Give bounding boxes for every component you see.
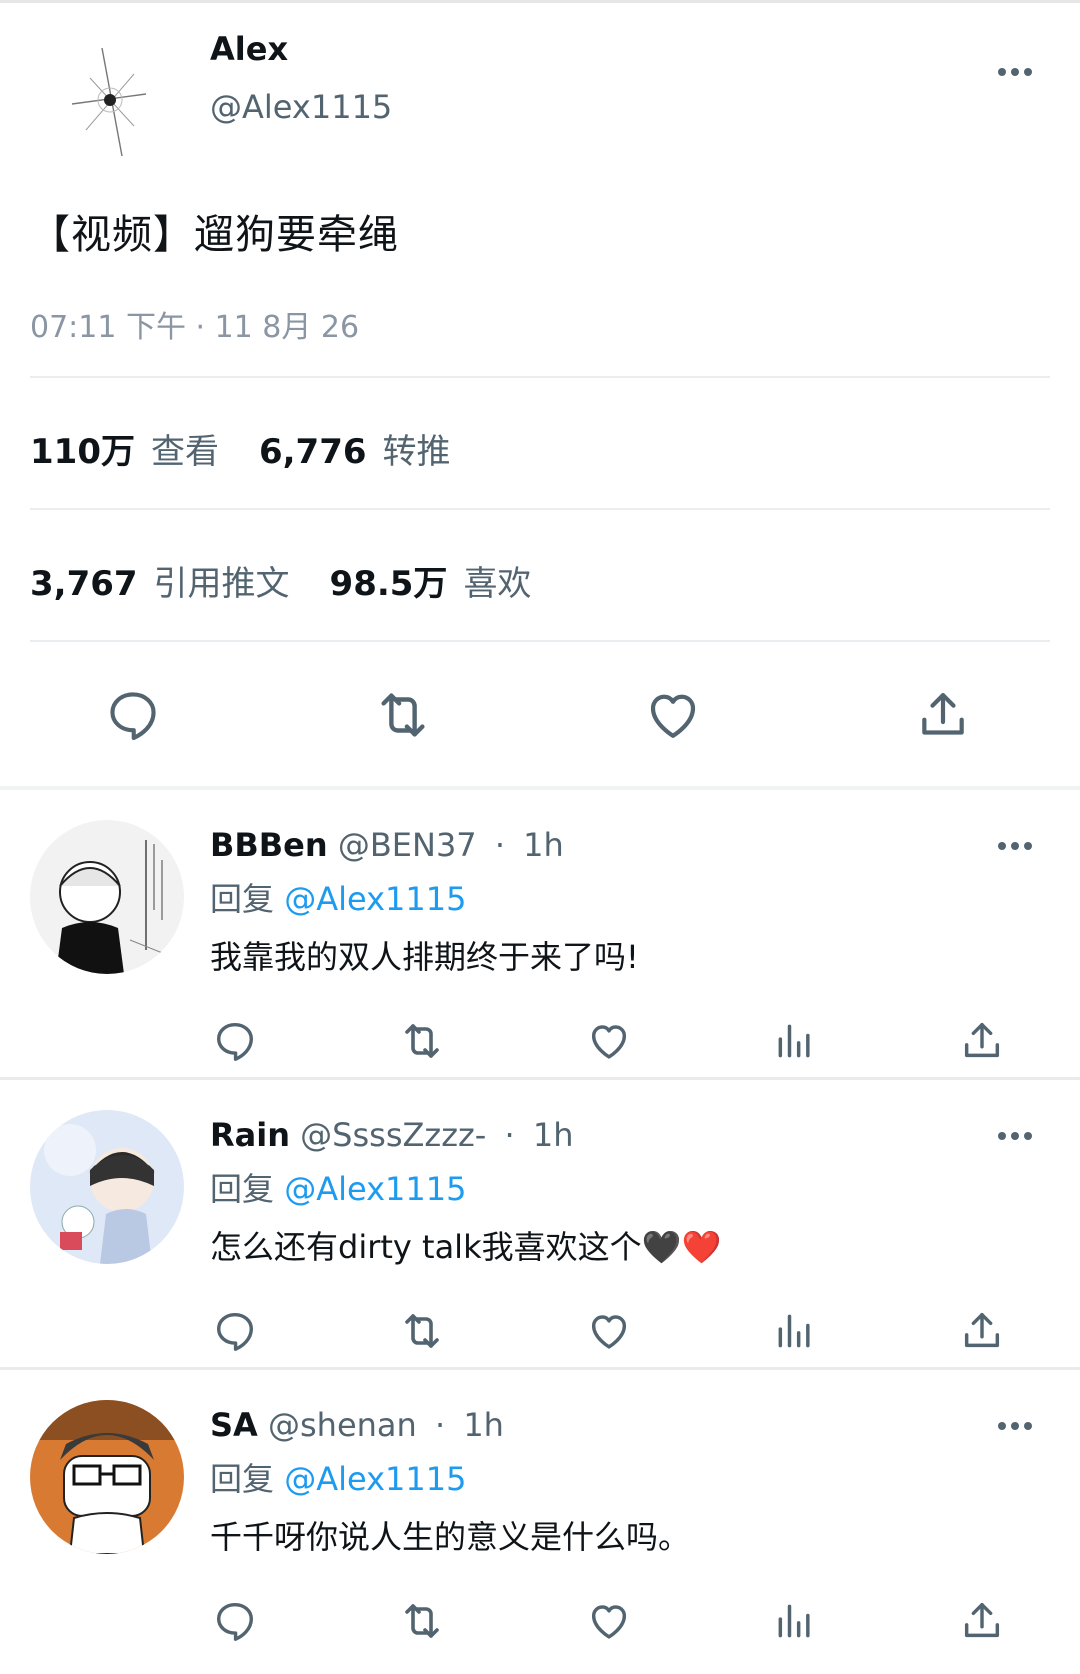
reply-text: 千千呀你说人生的意义是什么吗。 [210,1518,691,1556]
reply-author-handle[interactable]: @shenan [268,1406,417,1444]
retweets-label: 转推 [382,432,451,472]
reply-icon[interactable] [208,1014,262,1068]
stats-row-1: 110万 查看 6,776 转推 [30,424,491,473]
reply-header: Rain @SsssZzzz- · 1h [210,1116,574,1154]
dot-separator: · [434,1406,446,1444]
retweet-icon[interactable] [395,1594,449,1648]
reply-prefix: 回复 [210,1460,275,1498]
share-icon[interactable] [955,1014,1009,1068]
reply-prefix: 回复 [210,1170,275,1208]
reply-time[interactable]: 1h [523,826,564,864]
quotes-count[interactable]: 3,767 [30,564,138,604]
share-icon[interactable] [955,1594,1009,1648]
reply-header: SA @shenan · 1h [210,1406,504,1444]
likes-count[interactable]: 98.5万 [330,556,448,605]
reply-time[interactable]: 1h [533,1116,574,1154]
replying-to: 回复 @Alex1115 [210,1454,466,1500]
mention-link[interactable]: @Alex1115 [284,1170,466,1208]
reply-action-bar [0,1594,1080,1648]
views-count[interactable]: 110万 [30,424,135,473]
replying-to: 回复 @Alex1115 [210,1164,466,1210]
more-dots-icon[interactable] [998,1132,1032,1140]
reply-prefix: 回复 [210,880,275,918]
reply-author-handle[interactable]: @SsssZzzz- [300,1116,486,1154]
reply-author-handle[interactable]: @BEN37 [338,826,477,864]
reply-icon[interactable] [208,1594,262,1648]
reply-text: 怎么还有dirty talk我喜欢这个 [210,1228,642,1266]
analytics-icon[interactable] [768,1594,822,1648]
reply-author-name[interactable]: SA [210,1406,258,1444]
replying-to: 回复 @Alex1115 [210,874,466,920]
more-dots-icon[interactable] [998,68,1032,76]
sparkle-avatar[interactable] [50,30,210,190]
reply-item[interactable]: SA @shenan · 1h 回复 @Alex1115 千千呀你说人生的意义是… [0,1370,1080,1674]
divider [30,508,1050,510]
reply-item[interactable]: Rain @SsssZzzz- · 1h 回复 @Alex1115 怎么还有di… [0,1080,1080,1370]
reply-action-bar [0,1304,1080,1358]
reply-header: BBBen @BEN37 · 1h [210,826,564,864]
share-icon[interactable] [908,680,978,750]
retweets-count[interactable]: 6,776 [259,432,367,472]
avatar[interactable] [30,1110,184,1264]
divider [30,640,1050,642]
reply-author-name[interactable]: BBBen [210,826,328,864]
author-handle[interactable]: @Alex1115 [210,88,392,126]
reply-icon[interactable] [98,680,168,750]
reply-author-name[interactable]: Rain [210,1116,290,1154]
dot-separator: · [494,826,505,864]
dot-separator: · [504,1116,515,1154]
heart-icon[interactable] [638,680,708,750]
views-label: 查看 [150,432,219,472]
reply-item[interactable]: BBBen @BEN37 · 1h 回复 @Alex1115 我靠我的双人排期终… [0,790,1080,1080]
divider [30,376,1050,378]
mention-link[interactable]: @Alex1115 [284,880,466,918]
tweet-timestamp[interactable]: 07:11 下午 · 11 8月 26 [30,302,359,346]
reply-icon[interactable] [208,1304,262,1358]
author-name[interactable]: Alex [210,30,288,68]
heart-emojis: 🖤❤️ [641,1228,722,1266]
analytics-icon[interactable] [768,1304,822,1358]
heart-icon[interactable] [582,1304,636,1358]
quotes-label: 引用推文 [153,564,290,604]
mention-link[interactable]: @Alex1115 [284,1460,466,1498]
heart-icon[interactable] [582,1014,636,1068]
reply-action-bar [0,1014,1080,1068]
likes-label: 喜欢 [463,564,532,604]
more-dots-icon[interactable] [998,842,1032,850]
retweet-icon[interactable] [395,1014,449,1068]
heart-icon[interactable] [582,1594,636,1648]
avatar[interactable] [30,1400,184,1554]
main-tweet: Alex @Alex1115 【视频】遛狗要牵绳 07:11 下午 · 11 8… [0,0,1080,790]
reply-time[interactable]: 1h [463,1406,504,1444]
more-dots-icon[interactable] [998,1422,1032,1430]
analytics-icon[interactable] [768,1014,822,1068]
tweet-text: 【视频】遛狗要牵绳 [30,212,399,258]
avatar[interactable] [30,820,184,974]
share-icon[interactable] [955,1304,1009,1358]
stats-row-2: 3,767 引用推文 98.5万 喜欢 [30,556,571,605]
retweet-icon[interactable] [395,1304,449,1358]
reply-text: 我靠我的双人排期终于来了吗! [210,938,639,976]
retweet-icon[interactable] [368,680,438,750]
main-action-bar [0,680,1080,750]
reply-text-container: 怎么还有dirty talk我喜欢这个🖤❤️ [210,1222,721,1268]
